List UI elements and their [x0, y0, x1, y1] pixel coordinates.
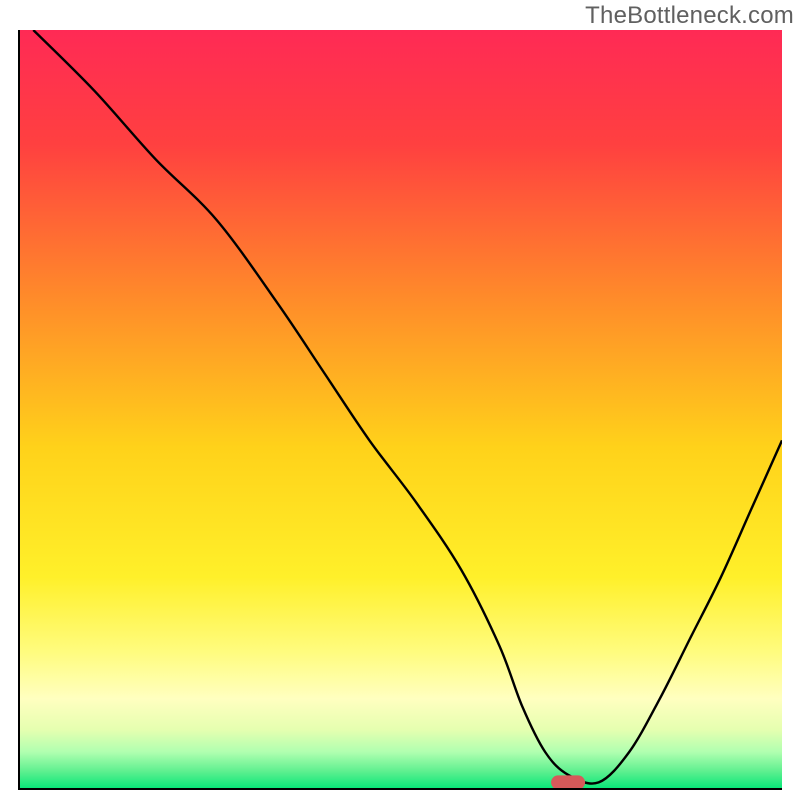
- gradient-background: [18, 30, 782, 790]
- optimal-marker: [551, 775, 585, 789]
- bottleneck-chart: [18, 30, 782, 790]
- watermark-text: TheBottleneck.com: [585, 2, 794, 30]
